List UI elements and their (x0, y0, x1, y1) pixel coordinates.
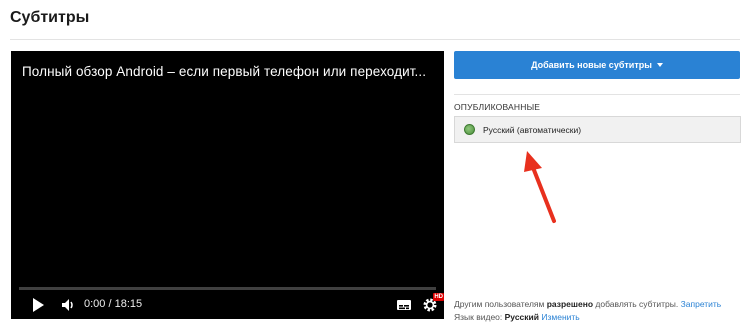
player-controls: 0:00 / 18:15 HD (11, 292, 444, 319)
contribution-note: Другим пользователям разрешено добавлять… (454, 299, 721, 309)
subtitle-track-russian-auto[interactable]: Русский (автоматически) (454, 116, 741, 143)
play-icon[interactable] (29, 296, 47, 314)
captions-icon[interactable] (395, 296, 413, 314)
add-subtitles-label: Добавить новые субтитры (531, 60, 652, 70)
contribution-status: разрешено (546, 299, 594, 309)
hd-badge: HD (433, 293, 444, 301)
contribution-prefix: Другим пользователям (454, 299, 547, 309)
video-language-note: Язык видео: Русский Изменить (454, 312, 580, 322)
subtitle-track-label: Русский (автоматически) (483, 124, 582, 135)
settings-icon[interactable]: HD (421, 293, 444, 314)
contribution-suffix: добавлять субтитры. (593, 299, 679, 309)
add-subtitles-button[interactable]: Добавить новые субтитры (454, 51, 740, 79)
panel-divider (454, 94, 740, 95)
published-heading: ОПУБЛИКОВАННЫЕ (454, 102, 541, 112)
published-status-icon (464, 124, 475, 135)
video-player[interactable]: Полный обзор Android – если первый телеф… (11, 51, 444, 319)
change-language-link[interactable]: Изменить (541, 312, 579, 322)
video-language-prefix: Язык видео: (454, 312, 505, 322)
volume-icon[interactable] (59, 296, 77, 314)
video-title[interactable]: Полный обзор Android – если первый телеф… (22, 64, 426, 79)
red-arrow-annotation (524, 151, 556, 223)
time-display: 0:00 / 18:15 (84, 298, 143, 310)
disallow-contributions-link[interactable]: Запретить (681, 299, 722, 309)
chevron-down-icon (656, 63, 663, 67)
progress-bar[interactable] (19, 287, 436, 290)
page-title: Субтитры (10, 9, 90, 26)
video-language-value: Русский (504, 312, 539, 322)
header-divider (10, 39, 740, 40)
